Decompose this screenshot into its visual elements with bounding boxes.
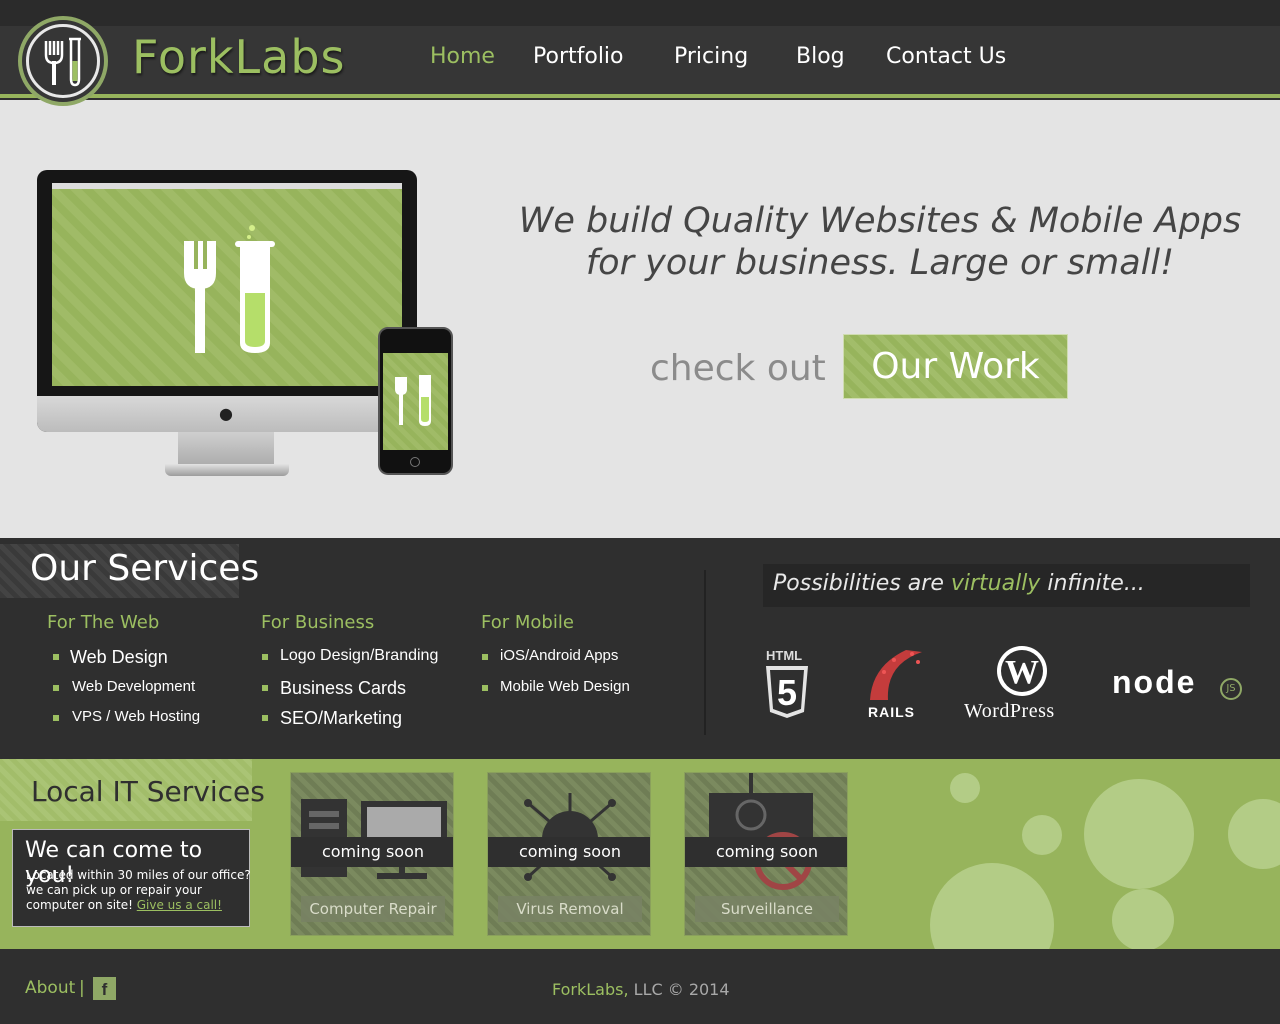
wordpress-text: WordPress (964, 700, 1055, 722)
wordpress-w-icon: W (997, 646, 1047, 696)
logo-badge[interactable] (18, 16, 108, 106)
bullet-icon (53, 654, 59, 660)
computer-repair-label: Computer Repair (301, 896, 445, 922)
possibilities-text: Possibilities are virtually infinite... (773, 571, 1145, 596)
coming-soon-band: coming soon (685, 837, 847, 867)
our-work-button[interactable]: Our Work (843, 334, 1068, 399)
wordpress-logo: W WordPress (962, 644, 1084, 724)
fork-flask-icon (395, 375, 431, 426)
nav-contact-us[interactable]: Contact Us (886, 44, 1006, 69)
local-it-section: Local IT Services We can come to you! Lo… (0, 759, 1280, 949)
nav-pricing[interactable]: Pricing (674, 44, 748, 69)
html5-logo-text: HTML (766, 648, 803, 663)
copyright-rest: LLC © 2014 (628, 980, 730, 999)
bullet-icon (482, 685, 488, 691)
computer-repair-tile[interactable]: coming soon Computer Repair (290, 772, 454, 936)
copyright-text: ForkLabs, LLC © 2014 (552, 980, 730, 999)
service-item[interactable]: iOS/Android Apps (500, 647, 618, 664)
decorative-bubble (1022, 815, 1062, 855)
rails-track-icon (870, 650, 922, 700)
tagline-line-2: for your business. Large or small! (585, 243, 1175, 283)
decorative-bubble (1112, 889, 1174, 949)
brand-name[interactable]: ForkLabs (132, 30, 346, 84)
top-strip (0, 0, 1280, 26)
html5-logo: HTML 5 (764, 648, 810, 724)
service-item[interactable]: Web Development (72, 678, 195, 695)
services-heading-business: For Business (261, 612, 375, 633)
apple-logo-icon: ● (219, 404, 233, 423)
service-item[interactable]: Mobile Web Design (500, 678, 630, 695)
decorative-bubble (930, 863, 1054, 949)
facebook-icon[interactable]: f (93, 977, 116, 1000)
service-item[interactable]: VPS / Web Hosting (72, 708, 200, 725)
service-item[interactable]: Logo Design/Branding (280, 647, 438, 665)
bullet-icon (262, 654, 268, 660)
coming-soon-band: coming soon (488, 837, 650, 867)
come-to-you-text: Located within 30 miles of our office? w… (26, 868, 251, 913)
virus-removal-label: Virus Removal (498, 896, 642, 922)
decorative-bubble (1084, 779, 1194, 889)
possibilities-post: infinite... (1040, 571, 1145, 596)
decorative-bubble (1228, 799, 1280, 869)
surveillance-label: Surveillance (695, 896, 839, 922)
give-us-a-call-link[interactable]: Give us a call! (137, 898, 222, 912)
possibilities-pre: Possibilities are (773, 571, 951, 596)
bullet-icon (262, 715, 268, 721)
services-heading-mobile: For Mobile (481, 612, 574, 633)
come-to-you-box: We can come to you! Located within 30 mi… (12, 829, 251, 927)
footer-separator: | (79, 978, 85, 998)
tagline-line-1: We build Quality Websites & Mobile Apps (518, 201, 1242, 241)
surveillance-tile[interactable]: coming soon Surveillance (684, 772, 848, 936)
virus-removal-tile[interactable]: coming soon Virus Removal (487, 772, 651, 936)
rails-text: RAILS (868, 704, 915, 720)
iphone-screen (383, 353, 448, 450)
nav-home[interactable]: Home (430, 44, 495, 69)
nodejs-js-badge: JS (1220, 678, 1242, 700)
local-it-title: Local IT Services (31, 775, 265, 808)
services-divider (704, 570, 706, 735)
fork-flask-icon (44, 37, 81, 87)
svg-text:W: W (1005, 654, 1039, 691)
imac-screen (52, 183, 402, 386)
about-link[interactable]: About (25, 978, 75, 998)
fork-flask-icon (184, 225, 275, 353)
hero-tagline: We build Quality Websites & Mobile Apps … (500, 200, 1260, 284)
security-camera-icon (709, 773, 813, 890)
virus-icon (524, 793, 616, 881)
service-item[interactable]: Business Cards (280, 678, 406, 699)
services-heading-web: For The Web (47, 612, 160, 633)
copyright-company: ForkLabs, (552, 980, 629, 999)
bullet-icon (482, 654, 488, 660)
nav-blog[interactable]: Blog (796, 44, 845, 69)
possibilities-highlight: virtually (950, 571, 1041, 596)
imac-menubar (52, 183, 402, 189)
bullet-icon (53, 715, 59, 721)
rails-logo: RAILS (864, 648, 924, 720)
bullet-icon (53, 685, 59, 691)
imac-foot (165, 464, 289, 476)
nav-portfolio[interactable]: Portfolio (533, 44, 624, 69)
coming-soon-band: coming soon (291, 837, 453, 867)
services-title: Our Services (30, 548, 260, 589)
service-item[interactable]: SEO/Marketing (280, 708, 402, 729)
service-item[interactable]: Web Design (70, 647, 168, 668)
bullet-icon (262, 685, 268, 691)
nodejs-logo: node JS (1112, 664, 1252, 708)
nodejs-text: node (1112, 664, 1197, 700)
computer-icon (301, 799, 447, 879)
imac-stand (178, 432, 274, 468)
html5-number: 5 (776, 672, 798, 713)
iphone-home-button (410, 457, 420, 467)
check-out-text: check out (650, 348, 826, 389)
logo-ring (26, 24, 100, 98)
decorative-bubble (950, 773, 980, 803)
